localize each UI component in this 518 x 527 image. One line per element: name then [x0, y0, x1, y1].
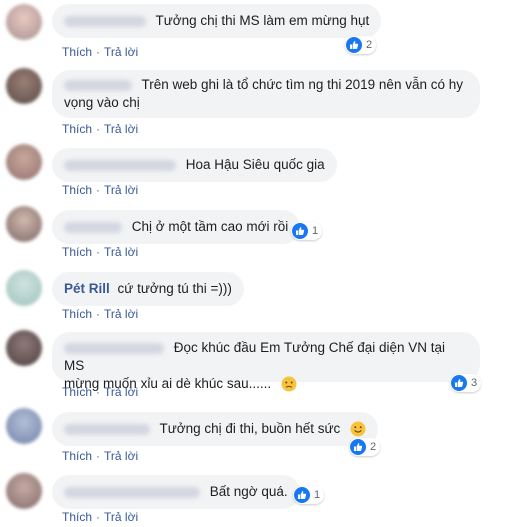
avatar[interactable] — [6, 144, 42, 180]
avatar[interactable] — [6, 408, 42, 444]
reply-link[interactable]: Trả lời — [104, 45, 138, 59]
reply-link[interactable]: Trả lời — [104, 122, 138, 136]
comment-actions: Thích · Trả lời — [62, 45, 139, 59]
author-name-blurred[interactable] — [64, 221, 122, 233]
like-reaction-icon — [346, 37, 362, 53]
avatar[interactable] — [6, 270, 42, 306]
comment-bubble: Tưởng chị thi MS làm em mừng hụt — [52, 4, 382, 38]
reply-link[interactable]: Trả lời — [104, 510, 138, 524]
comment-text: Hoa Hậu Siêu quốc gia — [185, 157, 325, 172]
comment-actions: Thích · Trả lời — [62, 449, 139, 463]
author-name-blurred[interactable] — [64, 342, 164, 354]
author-name-blurred[interactable] — [64, 15, 146, 27]
reply-link[interactable]: Trả lời — [104, 449, 138, 463]
reaction-number: 2 — [370, 441, 377, 453]
like-reaction-icon — [294, 487, 310, 503]
reaction-count[interactable]: 1 — [293, 486, 325, 504]
avatar[interactable] — [6, 4, 42, 40]
comment-actions: Thích · Trả lời — [62, 122, 139, 136]
avatar[interactable] — [6, 68, 42, 104]
reaction-count[interactable]: 3 — [450, 374, 482, 392]
comment-bubble: Chị ở một tầm cao mới rồi — [52, 210, 301, 244]
reaction-count[interactable]: 2 — [349, 438, 381, 456]
author-name-blurred[interactable] — [64, 486, 200, 498]
reply-link[interactable]: Trả lời — [104, 307, 138, 321]
author-name-blurred[interactable] — [64, 423, 150, 435]
reaction-count[interactable]: 1 — [291, 222, 323, 240]
comment-bubble: Tưởng chị đi thi, buồn hết sức — [52, 412, 379, 446]
comment-bubble: Hoa Hậu Siêu quốc gia — [52, 148, 337, 182]
reply-link[interactable]: Trả lời — [104, 245, 138, 259]
comment-actions: Thích · Trả lời — [62, 510, 139, 524]
comment-text: Bất ngờ quá. — [209, 484, 288, 499]
confused-face-icon — [281, 376, 297, 392]
comment-text: cứ tưởng tú thi =))) — [117, 281, 232, 296]
avatar[interactable] — [6, 206, 42, 242]
like-reaction-icon — [350, 439, 366, 455]
author-name-blurred[interactable] — [64, 159, 176, 171]
comment-text-line2: vọng vào chị — [64, 95, 140, 110]
comment-bubble: Trên web ghi là tổ chức tìm ng thi 2019 … — [52, 70, 480, 118]
reaction-number: 1 — [314, 489, 321, 501]
like-link[interactable]: Thích — [62, 122, 92, 136]
like-reaction-icon — [292, 223, 308, 239]
reaction-number: 3 — [471, 377, 478, 389]
like-link[interactable]: Thích — [62, 510, 92, 524]
like-link[interactable]: Thích — [62, 385, 92, 399]
comment-text: Tưởng chị thi MS làm em mừng hụt — [155, 13, 370, 28]
reply-link[interactable]: Trả lời — [104, 385, 138, 399]
avatar[interactable] — [6, 330, 42, 366]
like-link[interactable]: Thích — [62, 45, 92, 59]
reaction-number: 1 — [312, 225, 319, 237]
reply-link[interactable]: Trả lời — [104, 183, 138, 197]
like-reaction-icon — [451, 375, 467, 391]
like-link[interactable]: Thích — [62, 245, 92, 259]
smiling-face-icon — [350, 421, 366, 437]
comment-actions: Thích · Trả lời — [62, 183, 139, 197]
like-link[interactable]: Thích — [62, 183, 92, 197]
like-link[interactable]: Thích — [62, 449, 92, 463]
comment-actions: Thích · Trả lời — [62, 385, 139, 399]
reaction-number: 2 — [366, 39, 373, 51]
comment-actions: Thích · Trả lời — [62, 245, 139, 259]
comment-actions: Thích · Trả lời — [62, 307, 139, 321]
like-link[interactable]: Thích — [62, 307, 92, 321]
comment-text: Chị ở một tầm cao mới rồi — [131, 219, 289, 234]
reaction-count[interactable]: 2 — [345, 36, 377, 54]
comment-bubble: Bất ngờ quá. — [52, 475, 300, 509]
comment-text-line1: Trên web ghi là tổ chức tìm ng thi 2019 … — [141, 77, 463, 92]
author-name-blurred[interactable] — [64, 79, 132, 91]
comment-text: Tưởng chị đi thi, buồn hết sức — [159, 421, 341, 436]
author-name[interactable]: Pét Rill — [64, 281, 110, 296]
comment-bubble: Pét Rill cứ tưởng tú thi =))) — [52, 272, 244, 306]
avatar[interactable] — [6, 473, 42, 509]
comment-bubble: Đọc khúc đầu Em Tưởng Chế đại diện VN tạ… — [52, 332, 480, 392]
